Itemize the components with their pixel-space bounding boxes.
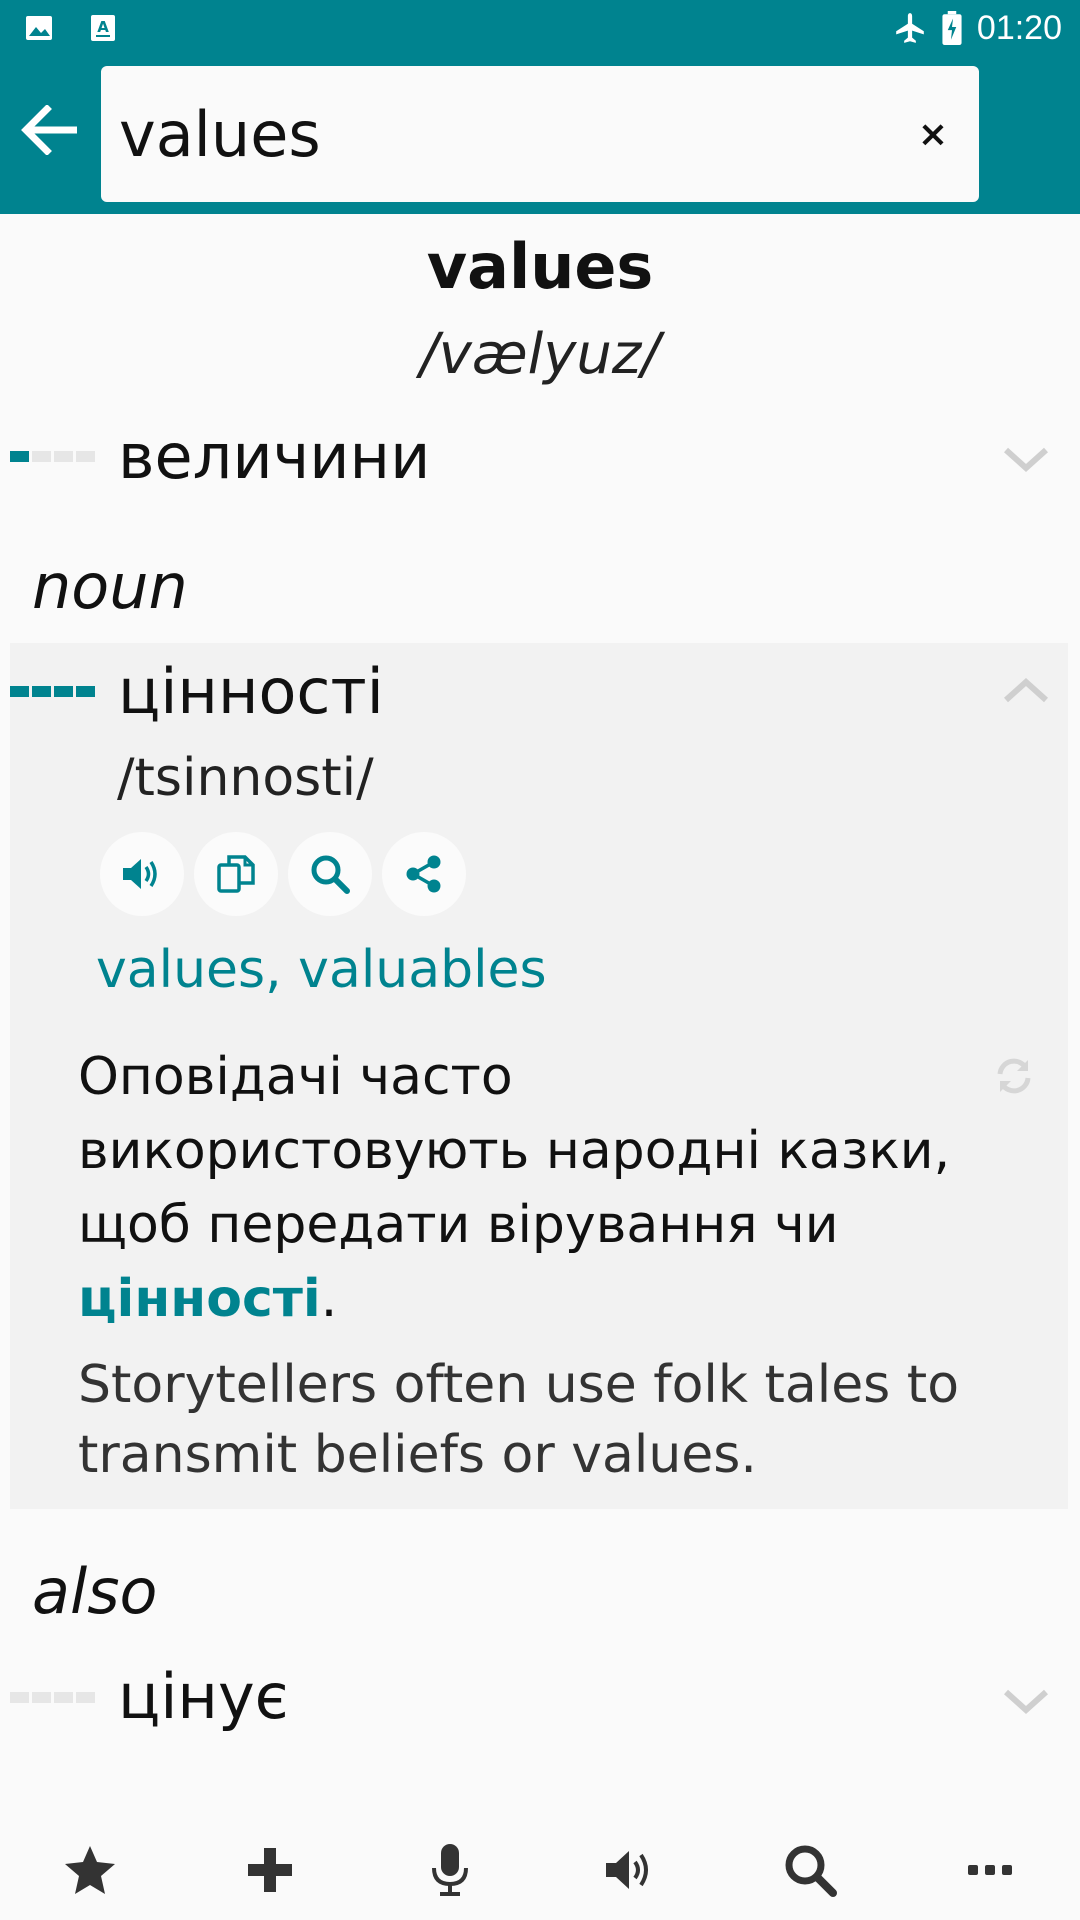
airplane-icon <box>896 13 924 43</box>
clear-search-button[interactable]: × <box>911 112 955 156</box>
chevron-up-icon[interactable] <box>1002 676 1050 706</box>
copy-icon <box>217 855 255 893</box>
arrow-left-icon <box>21 105 77 155</box>
status-bar: A 01:20 <box>0 0 1080 56</box>
more-icon <box>968 1865 1012 1875</box>
bottom-toolbar <box>0 1822 1080 1920</box>
translation-text: цінує <box>118 1660 289 1733</box>
example-uk-suffix: . <box>320 1269 338 1329</box>
headword: values <box>426 230 654 303</box>
status-time: 01:20 <box>976 9 1062 47</box>
battery-charging-icon <box>942 11 962 45</box>
star-icon <box>65 1846 115 1894</box>
synonyms-text: values, valuables <box>96 940 547 1000</box>
search-button[interactable] <box>288 832 372 916</box>
chevron-down-icon[interactable] <box>1002 444 1050 474</box>
plus-icon <box>248 1848 292 1892</box>
frequency-indicator <box>10 451 95 462</box>
favorites-button[interactable] <box>50 1834 130 1906</box>
pronounce-button[interactable] <box>590 1834 670 1906</box>
microphone-icon <box>432 1844 468 1896</box>
example-sentence-en: Storytellers often use folk tales to tra… <box>78 1355 960 1485</box>
speaker-icon <box>123 859 157 889</box>
speak-button[interactable] <box>100 832 184 916</box>
also-label: also <box>32 1555 158 1628</box>
search-box: × <box>101 66 979 202</box>
translation-text: величини <box>118 420 431 493</box>
part-of-speech-label: noun <box>32 550 188 623</box>
search-icon <box>785 1845 837 1897</box>
copy-button[interactable] <box>194 832 278 916</box>
search-input[interactable] <box>119 92 879 176</box>
svg-text:A: A <box>97 18 109 36</box>
back-button[interactable] <box>16 96 84 164</box>
share-icon <box>406 855 441 893</box>
app-header: A 01:20 values × <box>0 0 1080 214</box>
frequency-indicator <box>10 1692 95 1703</box>
example-sentence-uk: Оповідачі часто використовують народні к… <box>78 1040 958 1336</box>
share-button[interactable] <box>382 832 466 916</box>
example-uk-prefix: Оповідачі часто використовують народні к… <box>78 1047 951 1255</box>
chevron-down-icon[interactable] <box>1002 1686 1050 1716</box>
search-button[interactable] <box>770 1834 850 1906</box>
close-icon: × <box>917 113 949 155</box>
app-root: A 01:20 values × values /vælyuz/ величин… <box>0 0 1080 1920</box>
headword-pronunciation: /vælyuz/ <box>419 322 661 387</box>
speaker-icon <box>606 1851 648 1889</box>
add-button[interactable] <box>230 1834 310 1906</box>
transliteration: /tsinnosti/ <box>117 748 374 808</box>
text-notification-icon: A <box>91 15 115 41</box>
entry-action-row <box>100 832 466 916</box>
example-uk-highlight: цінності <box>78 1269 321 1329</box>
search-icon <box>311 855 350 894</box>
translation-text: цінності <box>118 655 384 728</box>
refresh-icon[interactable] <box>992 1054 1036 1098</box>
image-icon <box>26 16 52 40</box>
frequency-indicator <box>10 686 95 697</box>
more-button[interactable] <box>950 1834 1030 1906</box>
voice-input-button[interactable] <box>410 1834 490 1906</box>
